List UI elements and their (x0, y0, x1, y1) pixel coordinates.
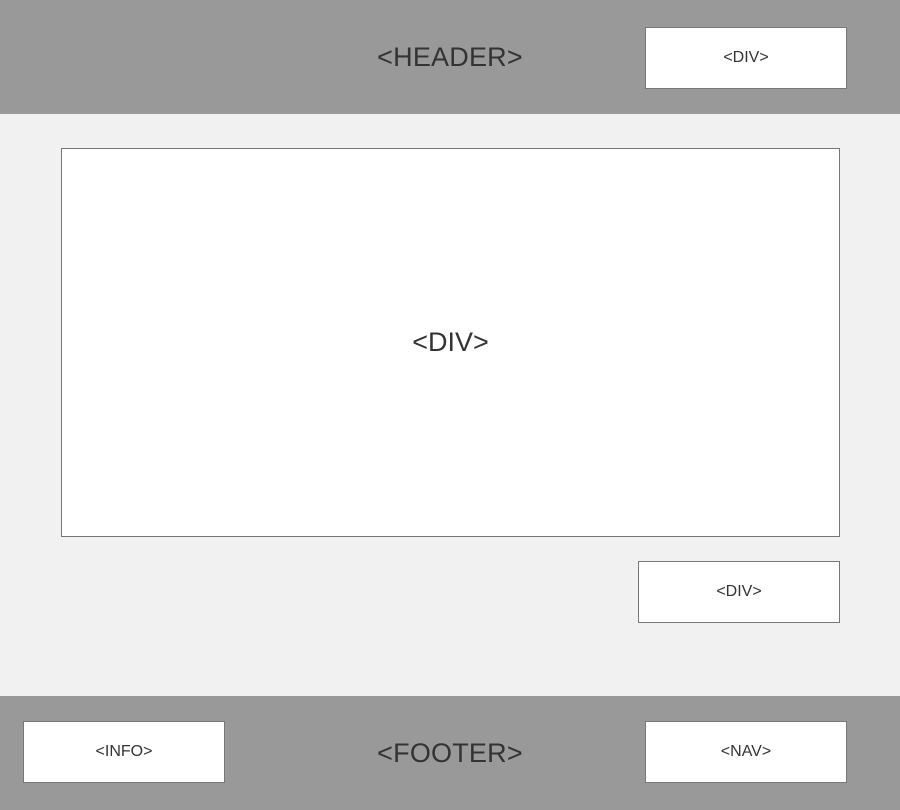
header-band: <HEADER> <DIV> (0, 0, 900, 114)
header-div-box: <DIV> (645, 27, 847, 89)
main-div-box: <DIV> (61, 148, 840, 537)
secondary-div-box: <DIV> (638, 561, 840, 623)
footer-band: <INFO> <FOOTER> <NAV> (0, 696, 900, 810)
footer-nav-box: <NAV> (645, 721, 847, 783)
content-area: <DIV> <DIV> (0, 114, 900, 696)
